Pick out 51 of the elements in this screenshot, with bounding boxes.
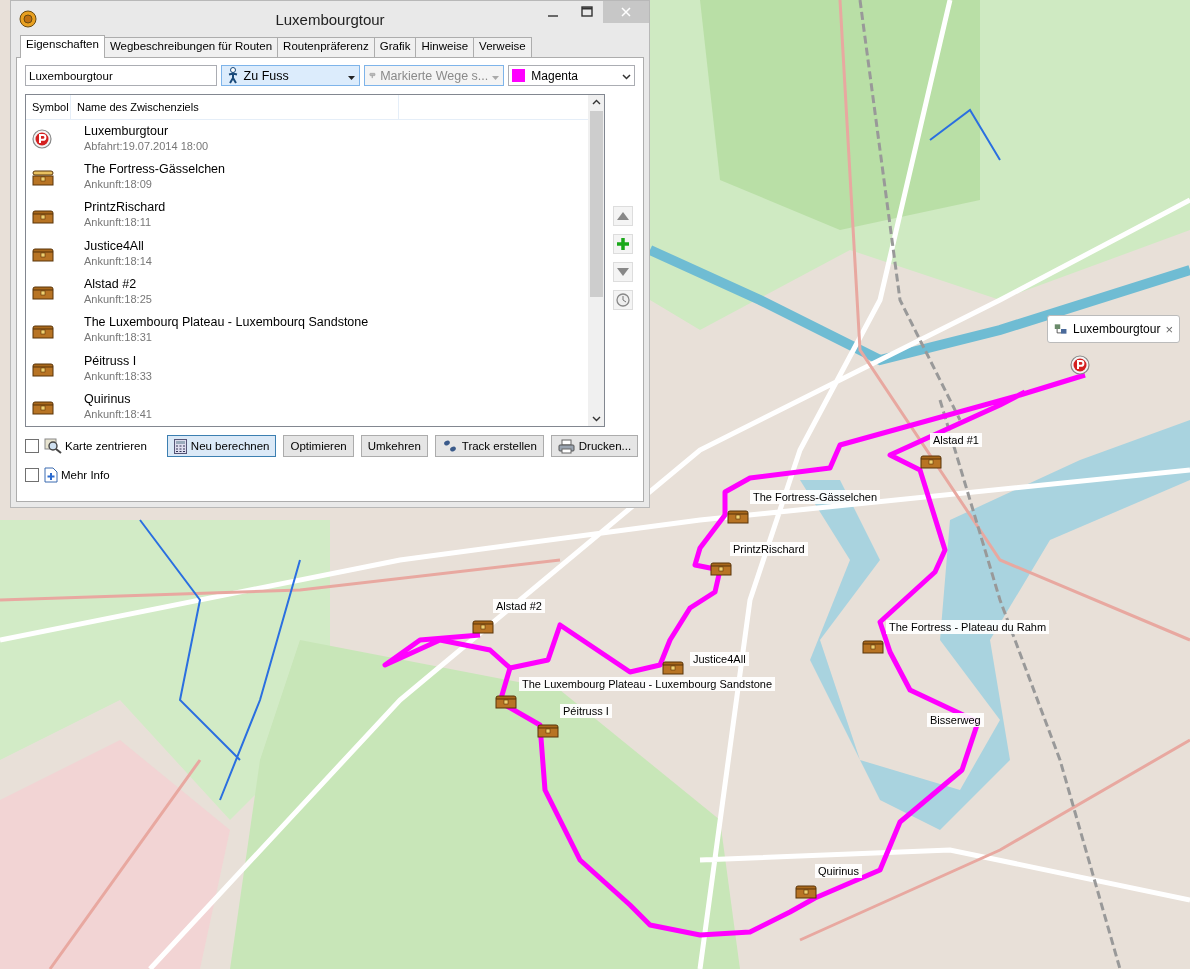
waypoint-label: Bisserweg [927, 713, 984, 727]
waypoint-name: The Fortress-Gässelchen [84, 162, 226, 177]
tab[interactable]: Hinweise [415, 37, 475, 57]
action-button[interactable]: Optimieren [283, 435, 354, 457]
waypoint-time: Abfahrt:19.07.2014 18:00 [84, 138, 209, 154]
waypoint-label: The Luxembourg Plateau - Luxembourg Sandstone [519, 677, 776, 691]
dropdown-value: Zu Fuss [243, 68, 289, 83]
waypoint-label: The Fortress-Gässelchen [750, 490, 881, 504]
waypoint-name: Quirinus [84, 391, 132, 407]
close-icon[interactable]: × [1165, 321, 1173, 337]
waypoint-time: Ankunft:18:09 [84, 177, 153, 192]
waypoint-label: Alstad #1 [930, 433, 982, 447]
callout-title: Luxembourgtour [1073, 322, 1161, 336]
tab[interactable]: Eigenschaften [20, 35, 105, 58]
activity-dropdown[interactable]: Zu Fuss [220, 65, 361, 86]
action-button[interactable]: Umkehren [360, 435, 428, 457]
dropdown-value: Magenta [531, 68, 578, 83]
waypoint-name: The Luxembourq Plateau - Luxembourq Sandstone [84, 315, 369, 331]
waypoint-label: The Fortress - Plateau du Rahm [886, 620, 1050, 634]
waypoint-time: Ankunft:18:11 [84, 215, 153, 231]
route-name-field[interactable]: Luxembourgtour [25, 65, 217, 86]
calc-button[interactable]: Neu berechnen [166, 435, 277, 457]
waypoint-label: Quirinus [815, 864, 862, 878]
window-title: Luxembourgtour [275, 10, 385, 28]
waypoint-label: Péitruss I [560, 704, 612, 718]
tab[interactable]: Wegbeschreibungen für Routen [103, 37, 279, 57]
waypoint-time: Ankunft:18:33 [84, 368, 152, 384]
dropdown-value: Markierte Wege s... [380, 68, 489, 83]
waypoint-time: Ankunft:18:31 [84, 330, 153, 346]
waypoint-name: Luxemburgtour [84, 123, 170, 139]
waypoint-time: Ankunft:18:25 [84, 291, 152, 307]
color-dropdown[interactable]: Magenta [508, 65, 635, 86]
map-callout[interactable]: Luxembourgtour × [1047, 315, 1180, 343]
column-header[interactable]: Symbol [26, 95, 71, 119]
waypoint-name: PrintzRischard [84, 200, 166, 216]
column-header[interactable]: Name des Zwischenziels [71, 95, 399, 119]
waypoint-label: Alstad #2 [493, 599, 545, 613]
checkbox-label: Karte zentrieren [65, 440, 147, 452]
waypoint-name: Alstad #2 [84, 276, 138, 292]
waypoint-name: Justice4All [84, 238, 145, 254]
waypoint-time: Ankunft:18:41 [84, 406, 152, 422]
tab[interactable]: Grafik [373, 37, 417, 57]
checkbox-label: Mehr Info [61, 469, 110, 481]
waypoint-time: Ankunft:18:14 [84, 253, 152, 269]
print-button[interactable]: Drucken... [550, 435, 639, 457]
waypoint-label: PrintzRischard [730, 542, 808, 556]
waypoint-name: Péitruss I [84, 353, 138, 369]
waypoint-label: Justice4All [690, 652, 749, 666]
tab[interactable]: Routenpräferenz [277, 37, 375, 57]
tab[interactable]: Verweise [473, 37, 532, 57]
track-button[interactable]: Track erstellen [434, 435, 544, 457]
